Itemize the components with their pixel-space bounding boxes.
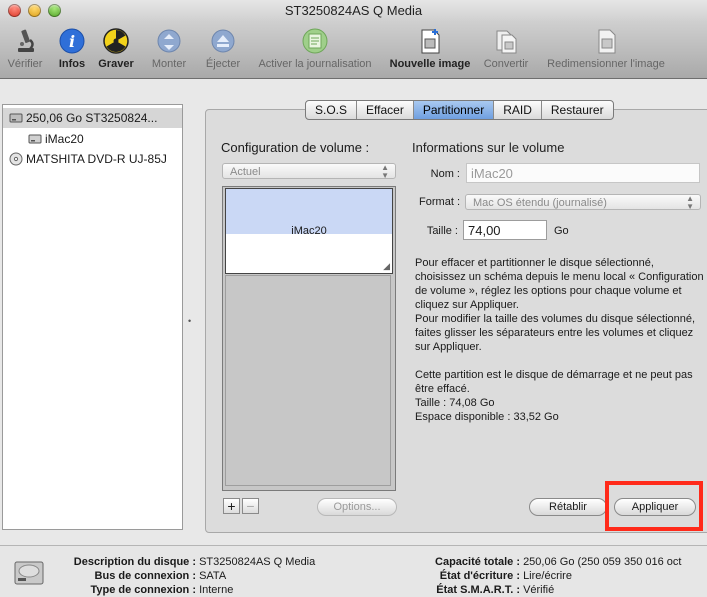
toolbar-eject-button[interactable]: Éjecter (203, 26, 243, 70)
volume-size-label: Taille : (426, 225, 458, 237)
revert-button[interactable]: Rétablir (529, 498, 607, 516)
volume-format-popup[interactable]: Mac OS étendu (journalisé) ▲ ▼ (465, 194, 701, 211)
tab-erase[interactable]: Effacer (357, 101, 414, 119)
volume-info-heading: Informations sur le volume (412, 140, 565, 155)
volume-size-unit: Go (554, 225, 569, 237)
tab-partition[interactable]: Partitionner (413, 101, 495, 119)
toolbar-new-image-button[interactable]: Nouvelle image (388, 26, 472, 70)
hard-disk-large-icon (14, 561, 44, 585)
toolbar-enable-journaling-button[interactable]: Activer la journalisation (251, 26, 379, 70)
startup-disk-note: Cette partition est le disque de démarra… (415, 369, 693, 395)
toolbar-resize-image-button[interactable]: Redimensionner l'image (540, 26, 672, 70)
sidebar-splitter-handle[interactable]: • (188, 316, 191, 326)
journal-icon (302, 28, 328, 54)
sidebar-item-dvd-drive[interactable]: MATSHITA DVD-R UJ-85J (3, 149, 182, 169)
title-bar: ST3250824AS Q Media (0, 0, 707, 22)
volume-scheme-popup[interactable]: Actuel ▲ ▼ (222, 163, 396, 180)
svg-text:i: i (69, 32, 75, 51)
optical-drive-icon (9, 152, 23, 166)
volume-scheme-label: Configuration de volume : (221, 140, 370, 155)
help-paragraph-resize: Pour modifier la taille des volumes du d… (415, 313, 696, 353)
tab-restore[interactable]: Restaurer (542, 101, 613, 119)
toolbar-verify-button[interactable]: Vérifier (4, 26, 46, 70)
volume-name-label: Nom : (430, 168, 460, 180)
resize-image-icon (598, 29, 616, 54)
volume-format-label: Format : (419, 196, 460, 208)
disk-smart-status-row: État S.M.A.R.T. : Vérifié (436, 584, 555, 596)
remove-partition-button[interactable]: − (242, 498, 259, 514)
disk-description-row: Description du disque : ST3250824AS Q Me… (73, 556, 316, 568)
partition-map: iMac20 ◢ (222, 186, 396, 491)
toolbar-convert-button[interactable]: Convertir (480, 26, 532, 70)
tab-raid[interactable]: RAID (494, 101, 542, 119)
burn-icon (103, 28, 129, 54)
partition-name: iMac20 (291, 225, 327, 237)
toolbar-info-button[interactable]: i Infos (54, 26, 90, 70)
disk-bus-row: Bus de connexion : SATA (94, 570, 227, 582)
help-text: Pour effacer et partitionner le disque s… (415, 256, 705, 424)
partition-free-space-line: Espace disponible : 33,52 Go (415, 411, 559, 423)
info-icon: i (59, 28, 85, 54)
partition-size-line: Taille : 74,08 Go (415, 397, 495, 409)
mount-icon (157, 29, 181, 53)
partition-block-imac20[interactable]: iMac20 ◢ (225, 188, 393, 274)
convert-icon (496, 30, 517, 54)
hard-disk-icon (9, 113, 23, 123)
resize-grip-icon[interactable]: ◢ (383, 261, 390, 272)
volume-name-field[interactable]: iMac20 (466, 163, 700, 183)
add-partition-button[interactable]: + (223, 498, 240, 514)
new-image-icon (421, 29, 440, 54)
toolbar-burn-button[interactable]: Graver (96, 26, 136, 70)
toolbar-mount-button[interactable]: Monter (148, 26, 190, 70)
help-paragraph-erase: Pour effacer et partitionner le disque s… (415, 257, 704, 311)
window-title: ST3250824AS Q Media (284, 3, 423, 18)
popup-arrows-icon: ▲ ▼ (686, 194, 694, 211)
volume-size-field[interactable]: 74,00 (463, 220, 547, 240)
eject-icon (211, 29, 235, 53)
partition-map-empty-area (225, 275, 391, 486)
disk-write-status-row: État d'écriture : Lire/écrire (439, 570, 572, 582)
disk-capacity-row: Capacité totale : 250,06 Go (250 059 350… (435, 556, 682, 568)
sidebar-item-hard-disk[interactable]: 250,06 Go ST3250824... (3, 108, 182, 128)
disk-connection-type-row: Type de connexion : Interne (90, 584, 234, 596)
tab-bar: S.O.S Effacer Partitionner RAID Restaure… (305, 100, 614, 120)
volume-icon (28, 134, 42, 144)
popup-arrows-icon: ▲ ▼ (381, 163, 389, 180)
toolbar: Vérifier i Infos Graver Monter Éjecter A… (0, 22, 707, 79)
disk-list-sidebar: 250,06 Go ST3250824... iMac20 MATSHITA D… (2, 104, 183, 530)
apply-button-highlight (605, 481, 703, 531)
microscope-icon (18, 29, 34, 52)
tab-first-aid[interactable]: S.O.S (306, 101, 358, 119)
options-button[interactable]: Options... (317, 498, 397, 516)
sidebar-item-volume-imac20[interactable]: iMac20 (3, 129, 182, 149)
